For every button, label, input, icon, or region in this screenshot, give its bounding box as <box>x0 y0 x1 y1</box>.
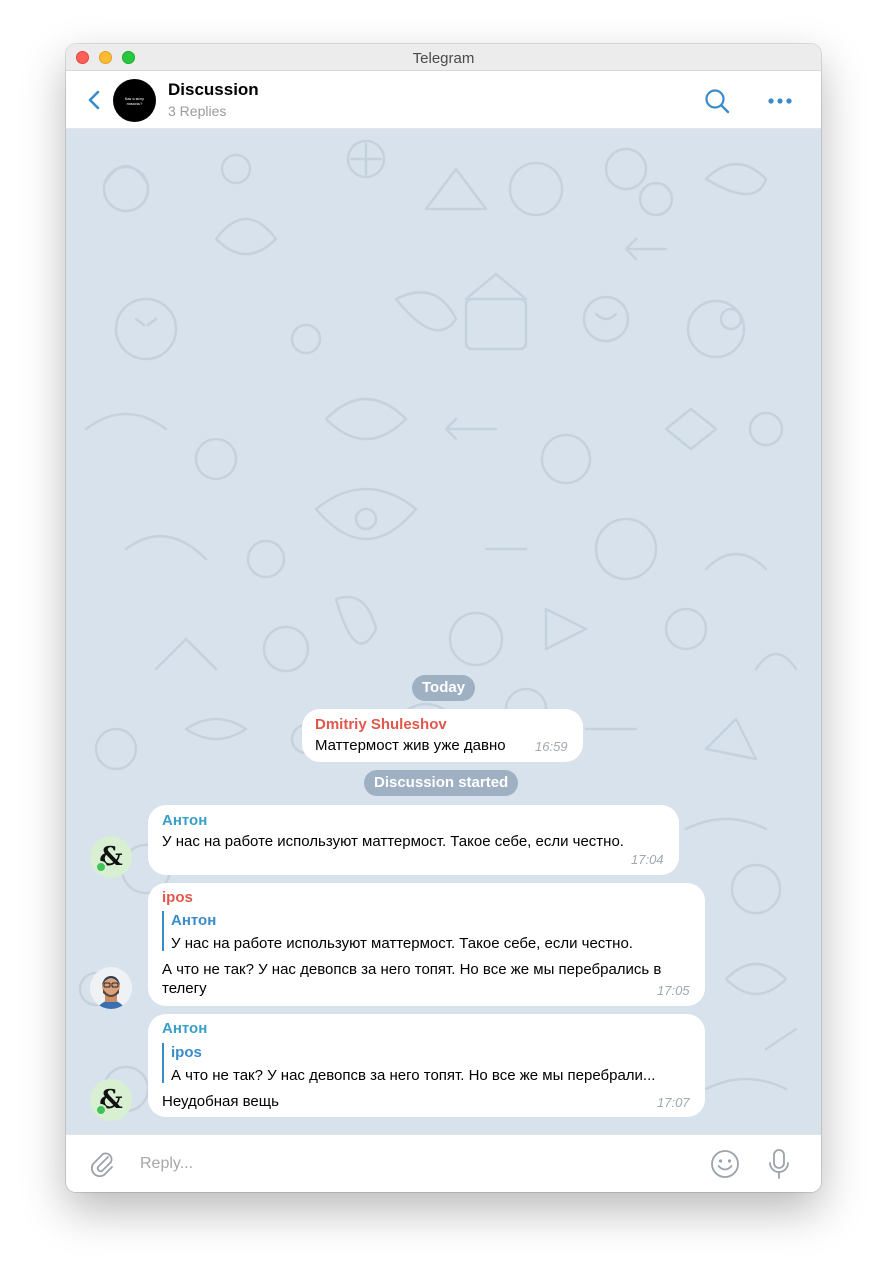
user-avatar-icon <box>90 967 132 1009</box>
chat-area[interactable]: Today Dmitriy Shuleshov Маттермост жив у… <box>66 129 821 1134</box>
message-sender: Антон <box>162 1020 208 1037</box>
reply-input[interactable] <box>140 1150 680 1178</box>
online-indicator <box>95 861 107 873</box>
message-time: 17:04 <box>631 852 664 867</box>
message-time: 17:05 <box>657 983 690 998</box>
attach-button[interactable] <box>88 1149 116 1179</box>
message-sender: Антон <box>162 812 208 829</box>
search-icon <box>705 89 730 114</box>
reply-sender: ipos <box>171 1044 202 1061</box>
message-text: Маттермост жив уже давно <box>315 737 506 754</box>
chat-avatar[interactable]: Как я могу помочь? <box>113 79 156 122</box>
message-composer <box>66 1134 821 1192</box>
message-time: 17:07 <box>657 1095 690 1110</box>
message-bubble-3[interactable]: ipos Антон У нас на работе используют ма… <box>148 883 705 1006</box>
window-title: Telegram <box>412 50 475 67</box>
message-text: У нас на работе используют маттермост. Т… <box>162 833 624 850</box>
message-text: А что не так? У нас девопсв за него топя… <box>162 961 662 997</box>
online-indicator <box>95 1104 107 1116</box>
emoji-button[interactable] <box>710 1149 740 1179</box>
chat-title: Discussion <box>168 80 259 99</box>
message-bubble-2[interactable]: Антон У нас на работе используют маттерм… <box>148 805 679 875</box>
microphone-button[interactable] <box>766 1148 792 1180</box>
date-separator-today: Today <box>412 675 476 701</box>
paperclip-icon <box>90 1152 113 1178</box>
more-horizontal-icon <box>768 98 792 104</box>
back-button[interactable] <box>84 86 106 114</box>
chat-header: Как я могу помочь? Discussion 3 Replies <box>66 71 821 129</box>
avatar-ipos[interactable] <box>90 967 132 1009</box>
reply-sender: Антон <box>171 912 217 929</box>
chevron-left-icon <box>88 90 100 110</box>
window-titlebar: Telegram <box>66 44 821 71</box>
message-sender: ipos <box>162 889 193 906</box>
emoji-icon <box>711 1150 739 1178</box>
reply-preview[interactable]: Антон У нас на работе используют маттерм… <box>162 911 633 952</box>
more-button[interactable] <box>766 91 794 111</box>
chat-avatar-text: Как я могу помочь? <box>124 95 145 106</box>
message-bubble-1[interactable]: Dmitriy Shuleshov Маттермост жив уже дав… <box>302 709 583 762</box>
separator-discussion-started: Discussion started <box>364 770 519 796</box>
microphone-icon <box>769 1149 789 1179</box>
replies-count: 3 Replies <box>168 103 227 119</box>
message-bubble-4[interactable]: Антон ipos А что не так? У нас девопсв з… <box>148 1014 705 1117</box>
message-text: Неудобная вещь <box>162 1093 279 1110</box>
reply-text: А что не так? У нас девопсв за него топя… <box>171 1067 656 1084</box>
reply-text: У нас на работе используют маттермост. Т… <box>171 935 633 952</box>
reply-preview[interactable]: ipos А что не так? У нас девопсв за него… <box>162 1043 656 1084</box>
message-time: 16:59 <box>535 739 568 754</box>
message-sender: Dmitriy Shuleshov <box>315 716 447 733</box>
search-button[interactable] <box>703 87 731 115</box>
telegram-window: Telegram Как я могу помочь? Discussion 3… <box>66 44 821 1192</box>
